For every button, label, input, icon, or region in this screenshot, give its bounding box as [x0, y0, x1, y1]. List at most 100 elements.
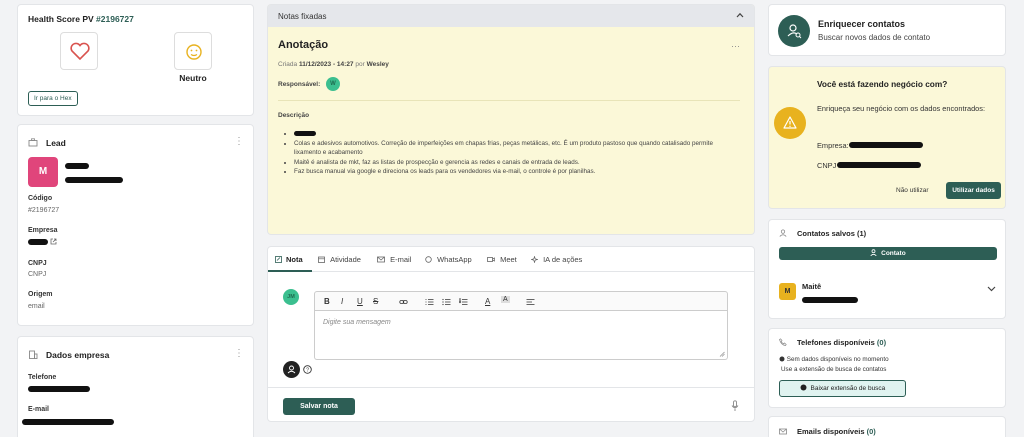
composer-panel: Nota Atividade E-mail WhatsApp Meet IA d…	[267, 246, 755, 422]
chevron-down-icon[interactable]	[987, 286, 996, 292]
add-contact-button[interactable]: Contato	[779, 247, 997, 260]
saved-contacts-title: Contatos salvos (1)	[797, 229, 867, 238]
business-company-label: Empresa:	[817, 141, 849, 150]
composer-tabs: Nota Atividade E-mail WhatsApp Meet IA d…	[268, 247, 754, 272]
business-cnpj-redacted	[837, 162, 921, 168]
sparkle-icon	[531, 256, 538, 263]
ai-assistant-button[interactable]	[283, 361, 300, 378]
note-divider	[278, 100, 740, 101]
phones-title: Telefones disponíveis (0)	[797, 338, 887, 347]
note-date: 11/12/2023 - 14:27	[298, 61, 354, 68]
tab-whatsapp[interactable]: WhatsApp	[425, 255, 472, 264]
message-placeholder: Digite sua mensagem	[323, 319, 391, 326]
company-phone-label: Telefone	[28, 374, 57, 381]
message-textarea[interactable]: Digite sua mensagem	[314, 311, 728, 360]
download-extension-button[interactable]: Baixar extensão de busca	[779, 380, 906, 397]
lead-field-code-label: Código	[28, 195, 53, 202]
enrich-title: Enriquecer contatos	[818, 19, 906, 29]
align-icon[interactable]	[526, 298, 535, 306]
contact-row[interactable]: M Maitê	[769, 275, 1005, 310]
strike-button[interactable]: S	[373, 297, 378, 306]
hex-button[interactable]: Ir para o Hex	[28, 91, 78, 106]
pinned-notes-header[interactable]: Notas fixadas	[268, 5, 754, 27]
emails-count: (0)	[866, 427, 876, 436]
emails-card: Emails disponíveis (0)	[768, 416, 1006, 437]
enrich-icon-badge	[778, 15, 810, 47]
warning-badge	[774, 107, 806, 139]
company-menu[interactable]: ⋮	[234, 348, 244, 359]
phones-hint: Use a extensão de busca de contatos	[781, 366, 887, 373]
composer-footer-divider	[268, 387, 754, 388]
calendar-icon	[318, 256, 325, 263]
note-meta: Criada 11/12/2023 - 14:27 por Wesley	[278, 61, 389, 68]
save-note-button[interactable]: Salvar nota	[283, 398, 355, 415]
tab-atividade[interactable]: Atividade	[318, 255, 361, 264]
heart-button[interactable]	[60, 32, 98, 70]
emails-title: Emails disponíveis (0)	[797, 427, 876, 436]
business-cnpj-label: CNPJ	[817, 161, 837, 170]
responsible-label: Responsável:	[278, 81, 321, 88]
phones-count: (0)	[876, 338, 887, 347]
bullet-list-icon[interactable]	[442, 298, 451, 306]
external-link-icon[interactable]	[50, 238, 57, 245]
tab-nota[interactable]: Nota	[268, 247, 312, 272]
underline-button[interactable]: U	[357, 297, 363, 306]
note-menu[interactable]: ···	[731, 41, 740, 51]
resize-handle-icon[interactable]	[719, 351, 725, 357]
lead-avatar: M	[28, 157, 58, 187]
contact-info-redacted	[802, 297, 858, 303]
business-company-redacted	[849, 142, 923, 148]
business-question: Você está fazendo negócio com?	[817, 79, 948, 89]
text-color-button[interactable]: A	[485, 297, 490, 306]
enrich-contacts-card[interactable]: Enriquecer contatos Buscar novos dados d…	[768, 4, 1006, 56]
link-icon[interactable]	[399, 298, 408, 306]
user-icon	[287, 365, 296, 374]
lead-field-cnpj-value: CNPJ	[28, 271, 47, 278]
info-icon	[779, 356, 785, 362]
company-section-title: Dados empresa	[46, 350, 110, 360]
use-data-button[interactable]: Utilizar dados	[946, 182, 1001, 199]
tab-email[interactable]: E-mail	[377, 255, 411, 264]
download-icon	[800, 384, 807, 391]
description-list: Colas e adesivos automotivos. Correção d…	[294, 129, 724, 177]
italic-button[interactable]: I	[341, 297, 343, 306]
phones-no-data: Sem dados disponíveis no momento	[779, 356, 889, 363]
note-title: Anotação	[278, 39, 329, 51]
ordered-list-icon[interactable]	[425, 298, 434, 306]
pinned-notes-panel: Notas fixadas Anotação ··· Criada 11/12/…	[267, 4, 755, 235]
user-search-icon	[787, 24, 802, 39]
help-icon[interactable]: ?	[303, 365, 312, 374]
company-card: Dados empresa ⋮ Telefone E-mail	[17, 336, 254, 437]
lead-name-redacted	[65, 163, 89, 169]
company-email-label: E-mail	[28, 406, 50, 413]
decline-data-button[interactable]: Não utilizar	[896, 187, 929, 194]
lead-field-cnpj-label: CNPJ	[28, 260, 47, 267]
health-score-title: Health Score PV	[28, 14, 94, 24]
lead-field-origin-label: Origem	[28, 291, 53, 298]
responsible-avatar: W	[326, 77, 340, 91]
health-score-card: Health Score PV #2196727 Neutro Ir para …	[17, 4, 254, 116]
briefcase-icon	[28, 138, 38, 147]
highlight-button[interactable]: A	[501, 296, 510, 303]
person-icon	[779, 229, 787, 237]
bullet-item: Colas e adesivos automotivos. Correção d…	[294, 139, 724, 158]
neutral-button[interactable]	[174, 32, 212, 70]
lead-section-title: Lead	[46, 138, 66, 148]
chevron-up-icon[interactable]	[736, 12, 744, 18]
tab-meet[interactable]: Meet	[487, 255, 517, 264]
checklist-icon[interactable]	[459, 298, 468, 306]
composer-user-avatar: JM	[283, 289, 299, 305]
mail-icon	[779, 428, 787, 435]
description-label: Descrição	[278, 112, 310, 119]
whatsapp-icon	[425, 256, 432, 263]
lead-card: Lead ⋮ M Código #2196727 Empresa CNPJ CN…	[17, 124, 254, 326]
tab-ia-acoes[interactable]: IA de ações	[531, 255, 582, 264]
neutral-face-icon	[186, 44, 202, 60]
bold-button[interactable]: B	[324, 297, 330, 306]
heart-icon	[70, 42, 90, 61]
lead-field-code-value: #2196727	[28, 207, 60, 214]
microphone-icon[interactable]	[731, 400, 739, 412]
lead-role-redacted	[65, 177, 123, 183]
lead-field-origin-value: email	[28, 303, 45, 310]
lead-menu[interactable]: ⋮	[234, 136, 244, 147]
